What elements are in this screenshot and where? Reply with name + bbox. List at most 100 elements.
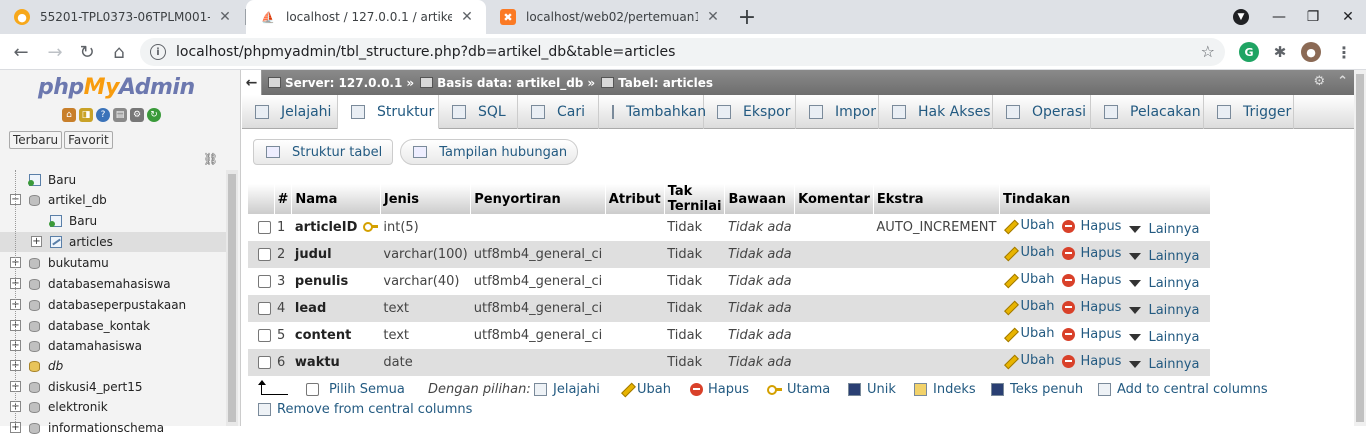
row-checkbox[interactable]	[258, 221, 271, 234]
minimize-icon[interactable]: —	[1262, 0, 1296, 34]
row-checkbox[interactable]	[258, 356, 271, 369]
column-header[interactable]: Nama	[291, 184, 381, 214]
settings-gear-icon[interactable]: ⚙	[130, 108, 144, 122]
tab-table-structure[interactable]: Struktur tabel	[253, 139, 394, 165]
more-actions-dropdown[interactable]: Lainnya	[1129, 249, 1199, 264]
drop-column-button[interactable]: Hapus	[1062, 300, 1121, 315]
browser-menu-kebab-icon[interactable]: ⋮	[1334, 42, 1354, 62]
row-checkbox[interactable]	[258, 275, 271, 288]
column-header[interactable]: Komentar	[794, 184, 874, 214]
tab-tambahkan[interactable]: Tambahkan	[599, 95, 706, 129]
column-header[interactable]: Bawaan	[724, 184, 796, 214]
refresh-icon[interactable]: ↻	[147, 108, 161, 122]
link-with-main-panel-icon[interactable]: ⛓	[203, 152, 218, 166]
column-header[interactable]: Atribut	[605, 184, 665, 214]
settings-gear-icon[interactable]: ⚙	[1313, 74, 1325, 89]
site-info-icon[interactable]: i	[150, 44, 166, 60]
new-tab-plus-icon[interactable]: +	[735, 5, 759, 30]
tab-cari[interactable]: Cari	[518, 95, 599, 129]
drop-column-button[interactable]: Hapus	[1062, 219, 1121, 234]
recent-tables-button[interactable]: Terbaru	[9, 131, 63, 149]
nav-tree-item[interactable]: + database_kontak	[0, 316, 226, 336]
column-header[interactable]: Ekstra	[873, 184, 1000, 214]
nav-tree-item[interactable]: + elektronik	[0, 397, 226, 417]
extensions-puzzle-icon[interactable]: ✱	[1270, 42, 1290, 62]
column-name-cell[interactable]: lead	[291, 295, 381, 322]
home-icon[interactable]: ⌂	[106, 39, 132, 65]
more-actions-dropdown[interactable]: Lainnya	[1129, 222, 1199, 237]
breadcrumb-table[interactable]: Tabel: articles	[601, 76, 713, 90]
nav-tree-item[interactable]: + datamahasiswa	[0, 336, 226, 356]
bulk-drop-button[interactable]: Hapus	[690, 380, 749, 398]
bookmark-star-icon[interactable]: ☆	[1201, 42, 1215, 61]
home-icon[interactable]: ⌂	[62, 108, 76, 122]
row-checkbox[interactable]	[258, 302, 271, 315]
bulk-index-button[interactable]: Indeks	[914, 380, 976, 398]
main-scrollbar[interactable]	[1354, 70, 1366, 426]
edit-column-button[interactable]: Ubah	[1002, 245, 1054, 260]
row-checkbox[interactable]	[258, 248, 271, 261]
browser-tab-phpmyadmin[interactable]: ⛵ localhost / 127.0.0.1 / artikel_db / ✕	[246, 0, 486, 34]
bulk-browse-button[interactable]: Jelajahi	[534, 380, 600, 398]
breadcrumb-database[interactable]: Basis data: artikel_db»	[420, 76, 595, 90]
nav-tree-item[interactable]: + db	[0, 356, 226, 376]
drop-column-button[interactable]: Hapus	[1062, 246, 1121, 261]
help-icon[interactable]: ?	[96, 108, 110, 122]
more-actions-dropdown[interactable]: Lainnya	[1129, 303, 1199, 318]
tab-sql[interactable]: SQL	[439, 95, 518, 129]
nav-tree-item[interactable]: − artikel_db	[0, 190, 226, 210]
check-all[interactable]: Pilih Semua	[306, 380, 405, 398]
tab-pelacakan[interactable]: Pelacakan	[1091, 95, 1204, 129]
bulk-remove-central-button[interactable]: Remove from central columns	[258, 400, 472, 418]
column-header[interactable]: Tindakan	[999, 184, 1211, 214]
bulk-unique-button[interactable]: Unik	[848, 380, 896, 398]
column-name-cell[interactable]: articleID	[291, 214, 381, 241]
drop-column-button[interactable]: Hapus	[1062, 327, 1121, 342]
column-name-cell[interactable]: content	[291, 322, 381, 349]
drop-column-button[interactable]: Hapus	[1062, 354, 1121, 369]
column-header[interactable]: Jenis	[380, 184, 472, 214]
bulk-edit-button[interactable]: Ubah	[619, 380, 671, 398]
edit-column-button[interactable]: Ubah	[1002, 326, 1054, 341]
tab-jelajahi[interactable]: Jelajahi	[242, 95, 338, 129]
restore-icon[interactable]: ❐	[1296, 0, 1330, 34]
tab-operasi[interactable]: Operasi	[993, 95, 1091, 129]
grammarly-extension-icon[interactable]: G	[1239, 42, 1259, 62]
url-omnibox[interactable]: i localhost/phpmyadmin/tbl_structure.php…	[140, 38, 1225, 66]
column-name-cell[interactable]: penulis	[291, 268, 381, 295]
nav-tree-item[interactable]: + databasemahasiswa	[0, 274, 226, 294]
column-header[interactable]: Penyortiran	[470, 184, 606, 214]
drop-column-button[interactable]: Hapus	[1062, 273, 1121, 288]
bulk-primary-button[interactable]: Utama	[767, 380, 830, 398]
docs-icon[interactable]: ▤	[113, 108, 127, 122]
close-icon[interactable]: ✕	[216, 8, 234, 26]
tab-relation-view[interactable]: Tampilan hubungan	[400, 139, 579, 165]
column-header[interactable]: Tak Ternilai	[664, 184, 726, 214]
browser-tab-xampp[interactable]: ✖ localhost/web02/pertemuan13/P ✕	[486, 0, 732, 34]
nav-scrollbar[interactable]	[226, 170, 238, 426]
more-actions-dropdown[interactable]: Lainnya	[1129, 357, 1199, 372]
nav-tree-item[interactable]: + bukutamu	[0, 253, 226, 273]
close-icon[interactable]: ✕	[458, 8, 476, 26]
nav-tree-item[interactable]: + databaseperpustakaan	[0, 295, 226, 315]
bulk-add-central-button[interactable]: Add to central columns	[1098, 380, 1268, 398]
tab-ekspor[interactable]: Ekspor	[704, 95, 796, 129]
favorite-tables-button[interactable]: Favorit	[64, 131, 113, 149]
nav-tree-item[interactable]: Baru	[0, 170, 226, 190]
logout-icon[interactable]: ◨	[79, 108, 93, 122]
tab-struktur[interactable]: Struktur	[338, 95, 439, 129]
more-actions-dropdown[interactable]: Lainnya	[1129, 276, 1199, 291]
tab-hak-akses[interactable]: Hak Akses	[879, 95, 993, 129]
window-close-icon[interactable]: ✕	[1330, 0, 1366, 34]
column-name-cell[interactable]: judul	[291, 241, 381, 268]
nav-tree-item[interactable]: Baru	[0, 211, 226, 231]
column-header[interactable]: #	[274, 184, 293, 214]
edit-column-button[interactable]: Ubah	[1002, 299, 1054, 314]
nav-tree-item[interactable]: + informationschema	[0, 418, 226, 438]
nav-tree-item[interactable]: + articles	[0, 232, 226, 252]
row-checkbox[interactable]	[258, 329, 271, 342]
collapse-chevron-icon[interactable]: ⌃	[1337, 74, 1348, 89]
reload-icon[interactable]: ↻	[74, 39, 100, 65]
edit-column-button[interactable]: Ubah	[1002, 218, 1054, 233]
forward-arrow-icon[interactable]: →	[42, 39, 68, 65]
